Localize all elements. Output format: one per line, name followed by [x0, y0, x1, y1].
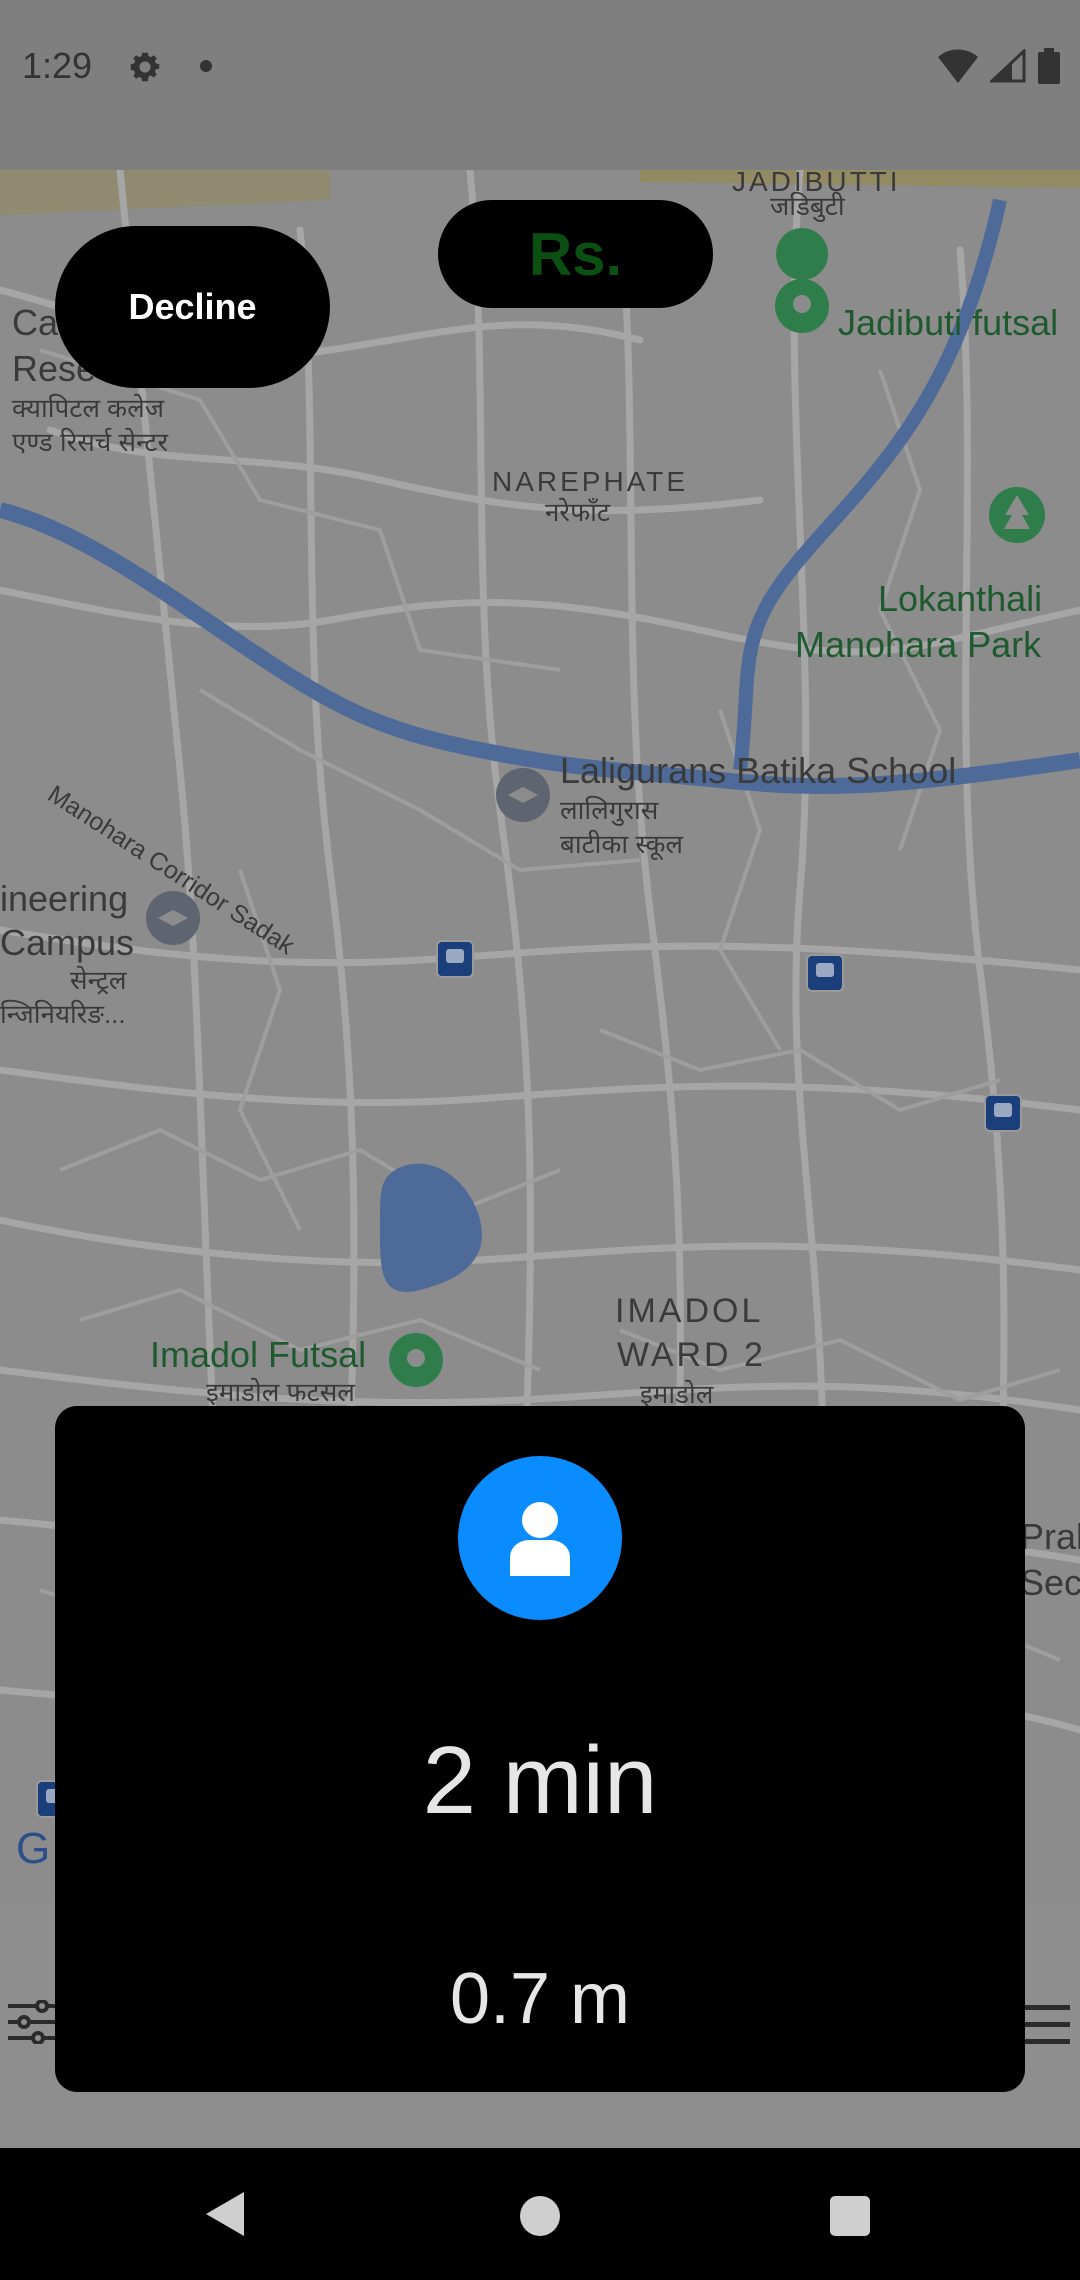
status-time: 1:29: [22, 45, 93, 86]
price-display: Rs.: [438, 200, 713, 308]
map-label-capital-1: Ca: [12, 302, 59, 343]
recent-apps-icon[interactable]: [830, 2196, 870, 2236]
map-label-engineering-1: ineering: [0, 878, 129, 919]
map-label-engineering-dev-1: सेन्ट्रल: [70, 965, 127, 995]
bus-stop-icon[interactable]: [806, 954, 844, 992]
map-label-capital-dev-2: एण्ड रिसर्च सेन्टर: [12, 427, 169, 457]
map-label-narephate: NAREPHATE: [492, 466, 689, 497]
map-label-imadol-1: IMADOL: [615, 1292, 764, 1330]
map-label-laligurans-dev-2: बाटीका स्कूल: [560, 829, 684, 859]
filter-sliders-icon[interactable]: [8, 2000, 60, 2044]
distance-text: 0.7 m: [449, 1959, 631, 2039]
map-label-prak-2: Sec: [1020, 1562, 1080, 1603]
map-label-imadol-2: WARD 2: [617, 1336, 766, 1374]
screen: 1:29 JADIBUTTI जडिबुटी Jadibuti futsal C…: [0, 0, 1080, 2280]
avatar: [458, 1456, 622, 1620]
map-label-engineering-dev-2: न्जिनियरिङ...: [0, 999, 126, 1029]
notification-dot-icon: [200, 60, 212, 72]
battery-icon: [1038, 48, 1060, 84]
eta-text: 2 min: [422, 1727, 658, 1834]
system-navigation-bar: [0, 2148, 1080, 2280]
status-icons: [938, 48, 1060, 84]
map-label-narephate-dev: नरेफाँट: [545, 497, 610, 527]
map-label-laligurans-dev-1: लालिगुरास: [560, 795, 659, 825]
map-label-prak-1: Prak: [1020, 1516, 1080, 1557]
cellular-signal-icon: [990, 49, 1026, 83]
map-label-laligurans: Laligurans Batika School: [560, 750, 957, 791]
map-label-imadol-futsal-dev: इमाडोल फटसल: [206, 1377, 355, 1407]
decline-button[interactable]: Decline: [55, 226, 330, 388]
bus-stop-icon[interactable]: [984, 1094, 1022, 1132]
bus-stop-icon[interactable]: [436, 940, 474, 978]
settings-gear-icon: [130, 52, 160, 82]
user-icon: [510, 1502, 570, 1576]
map-label-imadol-futsal: Imadol Futsal: [150, 1334, 367, 1375]
map-label-lokanthali-1: Lokanthali: [878, 578, 1043, 619]
map-label-lokanthali-2: Manohara Park: [795, 624, 1042, 665]
map-label-engineering-2: Campus: [0, 922, 135, 963]
back-icon[interactable]: [204, 2190, 246, 2238]
map-label-jadibutti-dev: जडिबुटी: [770, 191, 845, 221]
ride-request-card[interactable]: 2 min 0.7 m: [55, 1406, 1025, 2092]
wifi-icon: [938, 49, 978, 83]
home-icon[interactable]: [520, 2196, 560, 2236]
status-bar: 1:29: [0, 0, 1080, 170]
map-label-capital-dev-1: क्यापिटल कलेज: [12, 393, 165, 423]
map-label-jadibuti-futsal: Jadibuti futsal: [838, 302, 1059, 343]
google-logo: G: [16, 1824, 51, 1873]
